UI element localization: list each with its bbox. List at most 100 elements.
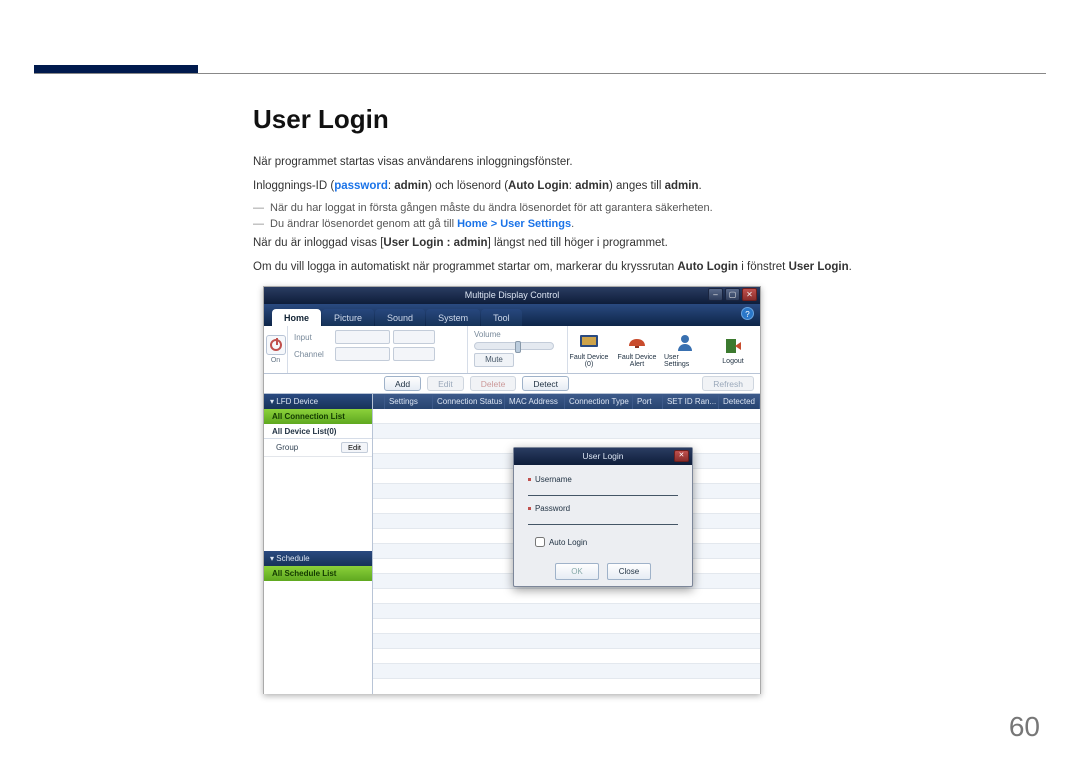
input-channel-group: Input Channel <box>288 326 468 373</box>
window-title: Multiple Display Control <box>465 290 560 300</box>
login-ok-button[interactable]: OK <box>555 563 599 580</box>
password-label: Password <box>535 504 585 513</box>
tab-tool[interactable]: Tool <box>481 309 522 326</box>
fault-device-icon[interactable]: Fault Device (0) <box>568 331 610 368</box>
power-button[interactable] <box>266 335 286 355</box>
sidebar-all-device[interactable]: All Device List(0) <box>264 424 372 439</box>
col-conn-type[interactable]: Connection Type <box>565 394 633 409</box>
device-table: Settings Connection Status MAC Address C… <box>373 394 760 694</box>
volume-thumb[interactable] <box>515 341 521 353</box>
sidebar-lfd-header[interactable]: ▾ LFD Device <box>264 394 372 409</box>
auto-login-row: Auto Login <box>535 537 678 547</box>
document-body: User Login När programmet startas visas … <box>253 104 1030 283</box>
login-dialog-title: User Login <box>582 451 623 461</box>
tab-sound[interactable]: Sound <box>375 309 425 326</box>
col-settings[interactable]: Settings <box>385 394 433 409</box>
help-button[interactable]: ? <box>741 307 754 320</box>
close-button[interactable]: ✕ <box>742 288 757 301</box>
login-close-button[interactable]: Close <box>607 563 651 580</box>
login-dialog-titlebar: User Login ✕ <box>514 448 692 465</box>
window-controls: – ▢ ✕ <box>708 288 757 301</box>
logout-label: Logout <box>722 358 743 365</box>
menu-tab-bar: Home Picture Sound System Tool ? <box>264 304 760 326</box>
user-settings-label: User Settings <box>664 354 706 368</box>
tab-picture[interactable]: Picture <box>322 309 374 326</box>
channel-label: Channel <box>294 350 332 359</box>
col-checkbox[interactable] <box>373 394 385 409</box>
col-setid[interactable]: SET ID Ran... <box>663 394 719 409</box>
username-input[interactable] <box>528 482 678 496</box>
action-button-row: Add Edit Delete Detect Refresh <box>264 374 760 394</box>
login-dialog: User Login ✕ Username Passwor <box>513 447 693 587</box>
power-icon <box>270 339 282 351</box>
ribbon-toolbar: On Input Channel Volume Mute Fa <box>264 326 760 374</box>
intro-paragraph: När programmet startas visas användarens… <box>253 153 1030 171</box>
mute-button[interactable]: Mute <box>474 353 514 367</box>
table-row <box>373 409 760 424</box>
add-button[interactable]: Add <box>384 376 421 391</box>
volume-slider[interactable] <box>474 342 554 350</box>
table-row <box>373 604 760 619</box>
tab-home[interactable]: Home <box>272 309 321 326</box>
fault-alert-label: Fault Device Alert <box>616 354 658 368</box>
user-settings-icon[interactable]: User Settings <box>664 331 706 368</box>
sidebar-schedule-header[interactable]: ▾ Schedule <box>264 551 372 566</box>
input-label: Input <box>294 333 332 342</box>
header-accent-bar <box>34 65 198 73</box>
col-conn-status[interactable]: Connection Status <box>433 394 505 409</box>
header-rule <box>34 73 1046 74</box>
toolbar-icons: Fault Device (0) Fault Device Alert User… <box>568 326 760 373</box>
col-detected[interactable]: Detected <box>719 394 760 409</box>
sidebar-group-label: Group <box>276 443 298 452</box>
channel-select-2[interactable] <box>393 347 435 361</box>
table-row <box>373 424 760 439</box>
status-paragraph: När du är inloggad visas [User Login : a… <box>253 234 1030 252</box>
delete-button[interactable]: Delete <box>470 376 517 391</box>
login-dialog-buttons: OK Close <box>528 563 678 580</box>
table-row <box>373 664 760 679</box>
sidebar-spacer <box>264 457 372 551</box>
sidebar-all-connection[interactable]: All Connection List <box>264 409 372 424</box>
input-select[interactable] <box>335 330 390 344</box>
note-first-login: När du har loggat in första gången måste… <box>253 202 1030 214</box>
required-indicator-icon <box>528 507 531 510</box>
refresh-button[interactable]: Refresh <box>702 376 754 391</box>
volume-label: Volume <box>474 330 561 339</box>
edit-button[interactable]: Edit <box>427 376 464 391</box>
autologin-paragraph: Om du vill logga in automatiskt när prog… <box>253 258 1030 276</box>
logout-icon[interactable]: Logout <box>712 335 754 365</box>
maximize-button[interactable]: ▢ <box>725 288 740 301</box>
note-change-password: Du ändrar lösenordet genom att gå till H… <box>253 218 1030 230</box>
sidebar: ▾ LFD Device All Connection List All Dev… <box>264 394 373 694</box>
login-dialog-close-button[interactable]: ✕ <box>674 450 689 462</box>
required-indicator-icon <box>528 478 531 481</box>
page-number: 60 <box>1009 711 1040 743</box>
detect-button[interactable]: Detect <box>522 376 569 391</box>
credentials-paragraph: Inloggnings-ID (password: admin) och lös… <box>253 177 1030 195</box>
main-area: ▾ LFD Device All Connection List All Dev… <box>264 394 760 694</box>
col-port[interactable]: Port <box>633 394 663 409</box>
fault-alert-icon[interactable]: Fault Device Alert <box>616 331 658 368</box>
sidebar-group-edit-button[interactable]: Edit <box>341 442 368 453</box>
auto-login-label: Auto Login <box>549 538 587 547</box>
minimize-button[interactable]: – <box>708 288 723 301</box>
app-screenshot: Multiple Display Control – ▢ ✕ Home Pict… <box>263 286 761 694</box>
input-select-2[interactable] <box>393 330 435 344</box>
sidebar-spacer-2 <box>264 581 372 694</box>
tab-system[interactable]: System <box>426 309 480 326</box>
sidebar-all-schedule[interactable]: All Schedule List <box>264 566 372 581</box>
password-input[interactable] <box>528 511 678 525</box>
window-titlebar: Multiple Display Control – ▢ ✕ <box>264 287 760 304</box>
table-row <box>373 619 760 634</box>
username-label: Username <box>535 475 585 484</box>
login-dialog-body: Username Password Auto Login <box>514 465 692 586</box>
power-group: On <box>264 326 288 373</box>
channel-select[interactable] <box>335 347 390 361</box>
sidebar-group-row: Group Edit <box>264 439 372 457</box>
fault-device-label: Fault Device (0) <box>568 354 610 368</box>
table-row <box>373 649 760 664</box>
col-mac[interactable]: MAC Address <box>505 394 565 409</box>
auto-login-checkbox[interactable] <box>535 537 545 547</box>
table-row <box>373 634 760 649</box>
page-title: User Login <box>253 104 1030 135</box>
